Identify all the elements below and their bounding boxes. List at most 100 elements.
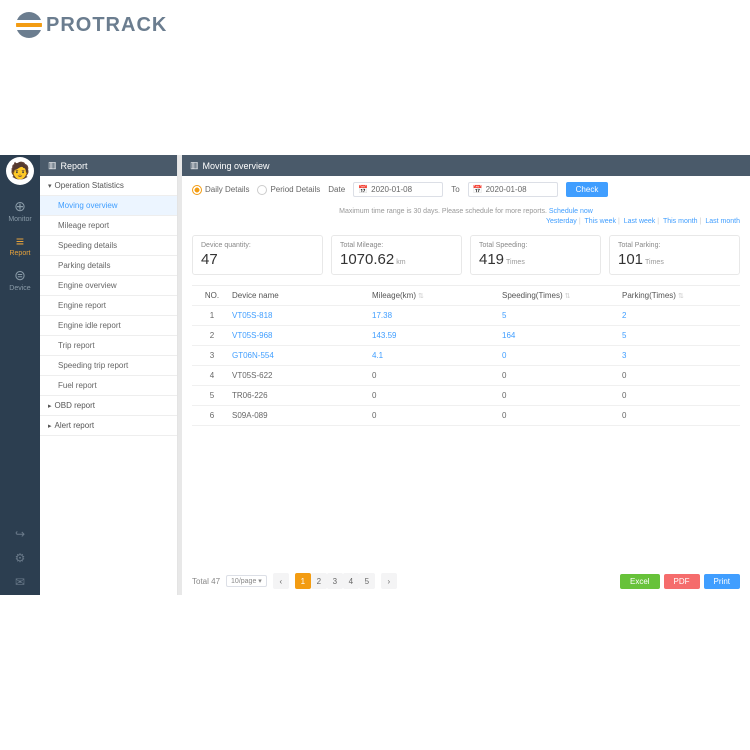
stat-label: Total Mileage: — [340, 242, 453, 249]
main-header: ▥ Moving overview — [182, 155, 750, 176]
tree-fuel-report[interactable]: Fuel report — [40, 376, 177, 396]
export-excel-button[interactable]: Excel — [620, 574, 660, 589]
device-name[interactable]: VT05S-968 — [232, 331, 372, 340]
col-parking[interactable]: Parking(Times)⇅ — [622, 291, 740, 300]
tree-operation-statistics[interactable]: ▾Operation Statistics — [40, 176, 177, 196]
quick-yesterday[interactable]: Yesterday — [546, 218, 577, 225]
table-row: 4VT05S-622000 — [192, 366, 740, 386]
stat-value: 101Times — [618, 251, 731, 268]
col-name: Device name — [232, 291, 372, 300]
page-1[interactable]: 1 — [295, 573, 311, 589]
stat-card: Device quantity: 47 — [192, 235, 323, 275]
nav-utilities: ↪ ⚙ ✉ — [15, 527, 26, 595]
tree-engine-idle-report[interactable]: Engine idle report — [40, 316, 177, 336]
total-count: Total 47 — [192, 577, 220, 586]
calendar-icon: 📅 — [358, 185, 368, 194]
col-no: NO. — [192, 291, 232, 300]
logo: PROTRACK — [16, 12, 167, 38]
schedule-link[interactable]: Schedule now — [549, 208, 593, 215]
logo-icon — [16, 12, 42, 38]
page-4[interactable]: 4 — [343, 573, 359, 589]
bars-icon: ▥ — [190, 160, 199, 171]
stat-value: 419Times — [479, 251, 592, 268]
nav-label: Report — [0, 250, 40, 257]
table-row: 5TR06-226000 — [192, 386, 740, 406]
to-label: To — [451, 185, 459, 194]
stat-value: 1070.62km — [340, 251, 453, 268]
caret-icon: ▸ — [48, 422, 52, 430]
avatar[interactable]: 🧑 — [6, 157, 34, 185]
filter-hint: Maximum time range is 30 days. Please sc… — [192, 208, 740, 215]
quick-last-week[interactable]: Last week — [624, 218, 656, 225]
stat-card: Total Mileage: 1070.62km — [331, 235, 462, 275]
tree-mileage-report[interactable]: Mileage report — [40, 216, 177, 236]
tree-alert-report[interactable]: ▸Alert report — [40, 416, 177, 436]
nav-icon: ⊜ — [0, 267, 40, 284]
col-mileage[interactable]: Mileage(km)⇅ — [372, 291, 502, 300]
table-row: 3GT06N-5544.103 — [192, 346, 740, 366]
side-header-text: Report — [61, 161, 88, 171]
quick-this-month[interactable]: This month — [663, 218, 698, 225]
export-pdf-button[interactable]: PDF — [664, 574, 700, 589]
bars-icon: ▥ — [48, 160, 57, 171]
date-from-input[interactable]: 📅2020-01-08 — [353, 182, 443, 197]
tree-trip-report[interactable]: Trip report — [40, 336, 177, 356]
tree-engine-report[interactable]: Engine report — [40, 296, 177, 316]
filter-bar: Daily Details Period Details Date 📅2020-… — [192, 182, 740, 215]
side-header: ▥ Report — [40, 155, 177, 176]
device-name[interactable]: VT05S-818 — [232, 311, 372, 320]
table-header: NO. Device name Mileage(km)⇅ Speeding(Ti… — [192, 286, 740, 306]
sort-icon: ⇅ — [678, 293, 684, 300]
main-header-text: Moving overview — [203, 161, 270, 171]
quick-range: Yesterday| This week| Last week| This mo… — [192, 218, 740, 225]
nav-report[interactable]: ≡Report — [0, 228, 40, 262]
mail-icon[interactable]: ✉ — [15, 575, 25, 589]
main-area: ▥ Moving overview Daily Details Period D… — [178, 155, 750, 595]
table-row: 6S09A-089000 — [192, 406, 740, 426]
nav-device[interactable]: ⊜Device — [0, 262, 40, 297]
per-page-select[interactable]: 10/page ▾ — [226, 575, 267, 587]
page-next[interactable]: › — [381, 573, 397, 589]
tree-parking-details[interactable]: Parking details — [40, 256, 177, 276]
share-icon[interactable]: ↪ — [15, 527, 25, 541]
device-name[interactable]: GT06N-554 — [232, 351, 372, 360]
gear-icon[interactable]: ⚙ — [15, 551, 26, 565]
nav-rail: 🧑 ⊕Monitor≡Report⊜Device ↪ ⚙ ✉ — [0, 155, 40, 595]
page-3[interactable]: 3 — [327, 573, 343, 589]
stat-label: Total Speeding: — [479, 242, 592, 249]
page-2[interactable]: 2 — [311, 573, 327, 589]
stat-card: Total Speeding: 419Times — [470, 235, 601, 275]
page-5[interactable]: 5 — [359, 573, 375, 589]
tree-engine-overview[interactable]: Engine overview — [40, 276, 177, 296]
nav-icon: ≡ — [0, 233, 40, 249]
tree-moving-overview[interactable]: Moving overview — [40, 196, 177, 216]
tree-speeding-details[interactable]: Speeding details — [40, 236, 177, 256]
page-prev[interactable]: ‹ — [273, 573, 289, 589]
device-name: TR06-226 — [232, 391, 372, 400]
radio-period[interactable]: Period Details — [257, 185, 320, 195]
data-table: NO. Device name Mileage(km)⇅ Speeding(Ti… — [192, 285, 740, 567]
col-speeding[interactable]: Speeding(Times)⇅ — [502, 291, 622, 300]
side-panel: ▥ Report ▾Operation StatisticsMoving ove… — [40, 155, 178, 595]
logo-text: PROTRACK — [46, 14, 167, 37]
quick-this-week[interactable]: This week — [584, 218, 616, 225]
stat-label: Device quantity: — [201, 242, 314, 249]
print-button[interactable]: Print — [704, 574, 740, 589]
radio-daily[interactable]: Daily Details — [192, 185, 249, 195]
app-frame: 🧑 ⊕Monitor≡Report⊜Device ↪ ⚙ ✉ ▥ Report … — [0, 155, 750, 595]
caret-icon: ▸ — [48, 402, 52, 410]
device-name: S09A-089 — [232, 411, 372, 420]
calendar-icon: 📅 — [473, 185, 483, 194]
date-label: Date — [328, 185, 345, 194]
nav-monitor[interactable]: ⊕Monitor — [0, 193, 40, 228]
tree-speeding-trip-report[interactable]: Speeding trip report — [40, 356, 177, 376]
check-button[interactable]: Check — [566, 182, 609, 197]
table-row: 1VT05S-81817.3852 — [192, 306, 740, 326]
nav-icon: ⊕ — [0, 198, 40, 215]
sort-icon: ⇅ — [565, 293, 571, 300]
tree-obd-report[interactable]: ▸OBD report — [40, 396, 177, 416]
stat-value: 47 — [201, 251, 314, 268]
quick-last-month[interactable]: Last month — [705, 218, 740, 225]
caret-icon: ▾ — [48, 182, 52, 190]
date-to-input[interactable]: 📅2020-01-08 — [468, 182, 558, 197]
